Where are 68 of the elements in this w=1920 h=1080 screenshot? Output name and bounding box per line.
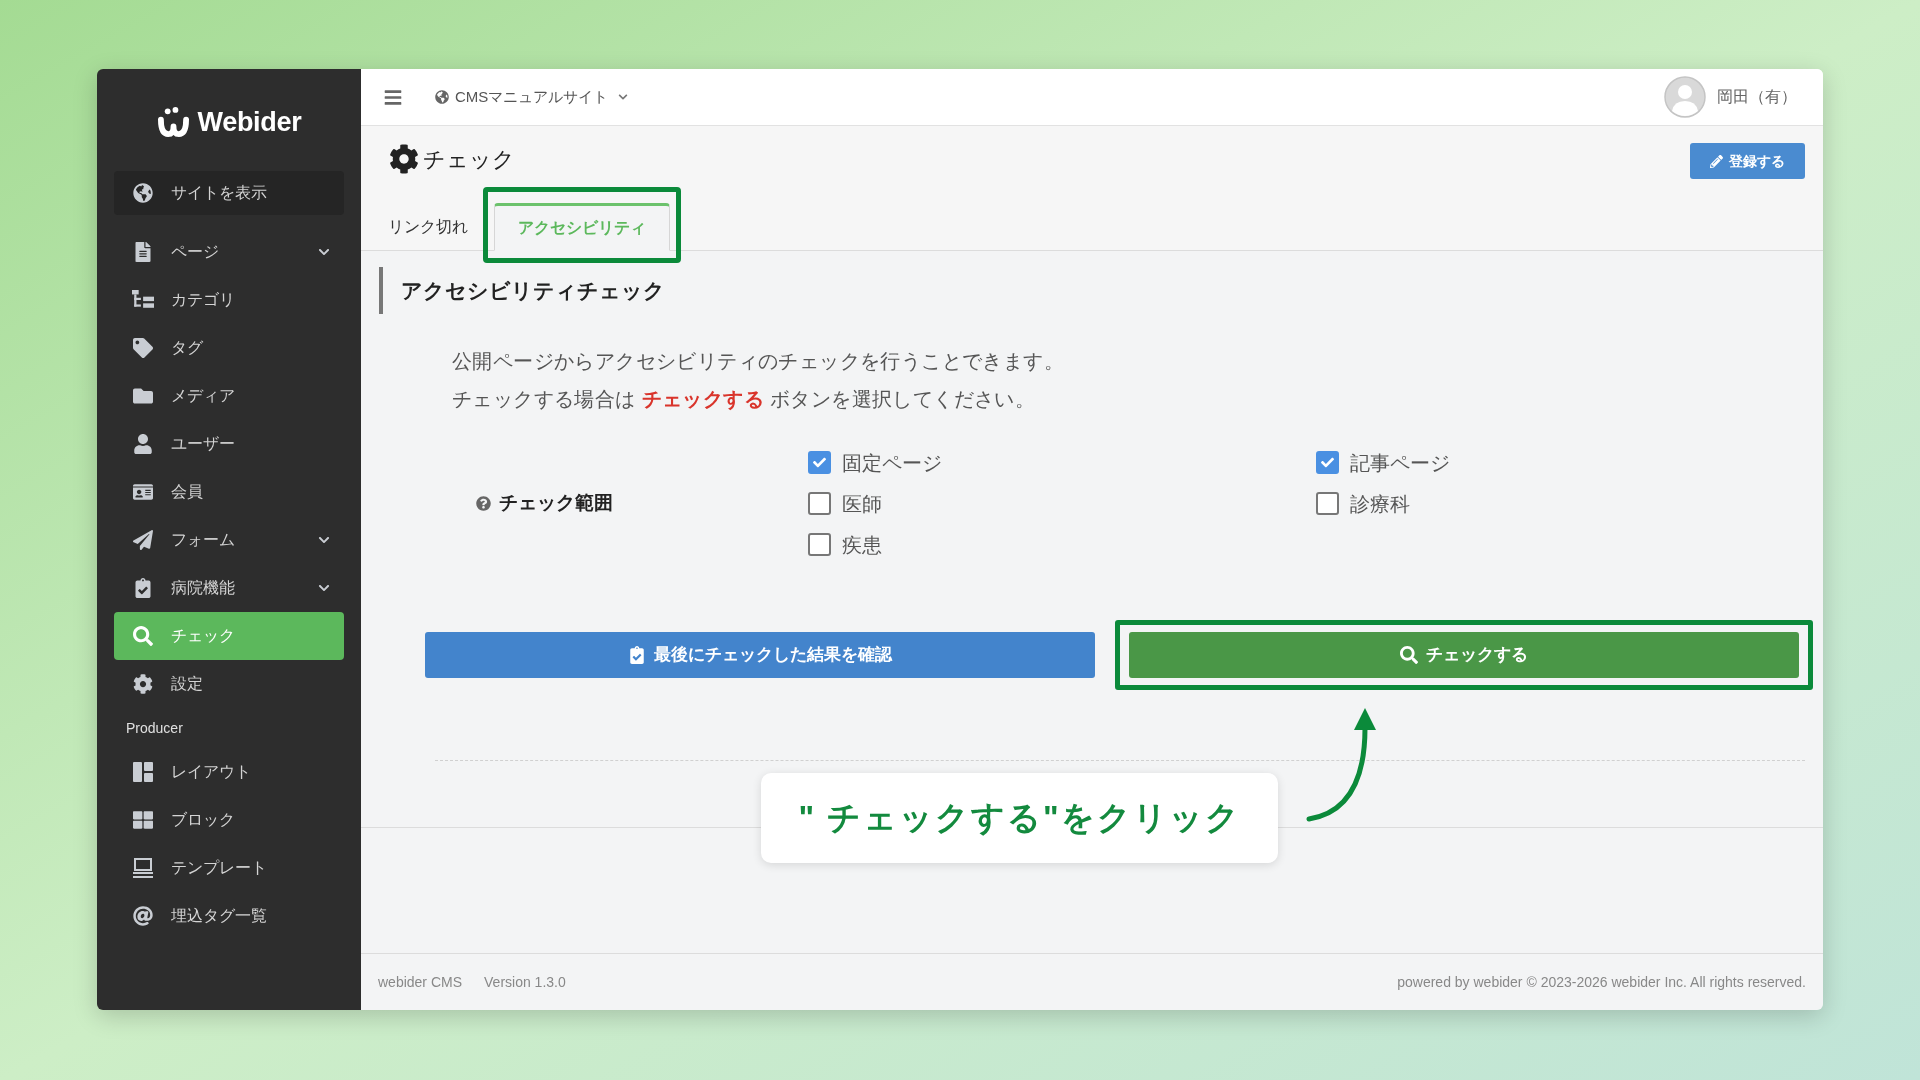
sidebar-item[interactable]: フォーム (114, 516, 344, 564)
chevron-down-icon (618, 92, 629, 102)
panels-icon (133, 762, 153, 782)
sidebar-item[interactable]: レイアウト (114, 748, 344, 796)
avatar-icon (1664, 76, 1706, 118)
checkbox-label: 医師 (842, 491, 882, 517)
site-selector[interactable]: CMSマニュアルサイト (435, 85, 629, 109)
document-icon (133, 242, 153, 262)
checkbox[interactable] (1316, 492, 1339, 515)
paper-plane-icon (133, 530, 153, 550)
action-button[interactable]: チェックする (1129, 632, 1799, 678)
help-icon (476, 496, 491, 511)
copyright-text: powered by webider © 2023-2026 webider Inc. All rights reserved. (1397, 972, 1806, 992)
checkbox[interactable] (808, 451, 831, 474)
sidebar-item[interactable]: 埋込タグ一覧 (114, 892, 344, 940)
logo-text: Webider (197, 105, 302, 139)
checkbox[interactable] (808, 533, 831, 556)
globe-icon (435, 90, 449, 104)
checkbox-label: 診療科 (1350, 491, 1410, 517)
tag-icon (133, 338, 153, 358)
page-title: チェック (423, 145, 515, 174)
check-icon (1321, 456, 1334, 469)
at-sign-icon (133, 906, 153, 926)
sidebar-item[interactable]: ページ (114, 228, 344, 276)
checkbox[interactable] (1316, 451, 1339, 474)
sidebar-item[interactable]: カテゴリ (114, 276, 344, 324)
gear-icon (133, 674, 153, 694)
sidebar-item[interactable]: 設定 (114, 660, 344, 708)
grid-icon (133, 810, 153, 830)
tab[interactable]: リンク切れ (374, 203, 482, 251)
sidebar-item[interactable]: テンプレート (114, 844, 344, 892)
callout: " チェックする"をクリック (761, 773, 1278, 863)
description-text: チェックする場合は チェックする ボタンを選択してください。 (452, 387, 1037, 412)
gear-icon (389, 144, 419, 174)
sidebar-section-title: Producer (126, 718, 183, 738)
user-menu[interactable]: 岡田（有） (1664, 76, 1797, 118)
id-card-icon (133, 482, 153, 502)
menu-icon (382, 87, 404, 107)
pencil-icon (1710, 154, 1723, 168)
footer-text: webider CMS (378, 972, 463, 992)
monitor-icon (133, 858, 153, 878)
person-icon (133, 434, 153, 454)
check-icon (813, 456, 826, 469)
checkbox[interactable] (808, 492, 831, 515)
logo-icon (156, 106, 192, 138)
section-heading: アクセシビリティチェック (379, 267, 1805, 314)
scope-label: チェック範囲 (499, 491, 613, 516)
checkbox-label: 記事ページ (1350, 450, 1450, 476)
globe-icon (133, 183, 153, 203)
sidebar-item[interactable]: タグ (114, 324, 344, 372)
search-icon (1400, 646, 1418, 664)
action-button[interactable]: 最後にチェックした結果を確認 (425, 632, 1095, 678)
checkbox-label: 固定ページ (842, 450, 942, 476)
save-button[interactable]: 登録する (1690, 143, 1805, 179)
sidebar-item[interactable]: ユーザー (114, 420, 344, 468)
sidebar-item[interactable]: ブロック (114, 796, 344, 844)
clipboard-check-icon (628, 646, 646, 664)
tree-list-icon (131, 290, 155, 310)
sidebar-item[interactable]: 会員 (114, 468, 344, 516)
checkbox-label: 疾患 (842, 532, 882, 558)
view-site-link[interactable]: サイトを表示 (114, 171, 344, 215)
sidebar-item[interactable]: 病院機能 (114, 564, 344, 612)
clipboard-check-icon (133, 578, 153, 598)
folder-icon (133, 386, 153, 406)
search-icon (133, 626, 153, 646)
sidebar-item[interactable]: メディア (114, 372, 344, 420)
description-text: 公開ページからアクセシビリティのチェックを行うことできます。 (452, 349, 1065, 374)
version-text: Version 1.3.0 (484, 972, 566, 992)
